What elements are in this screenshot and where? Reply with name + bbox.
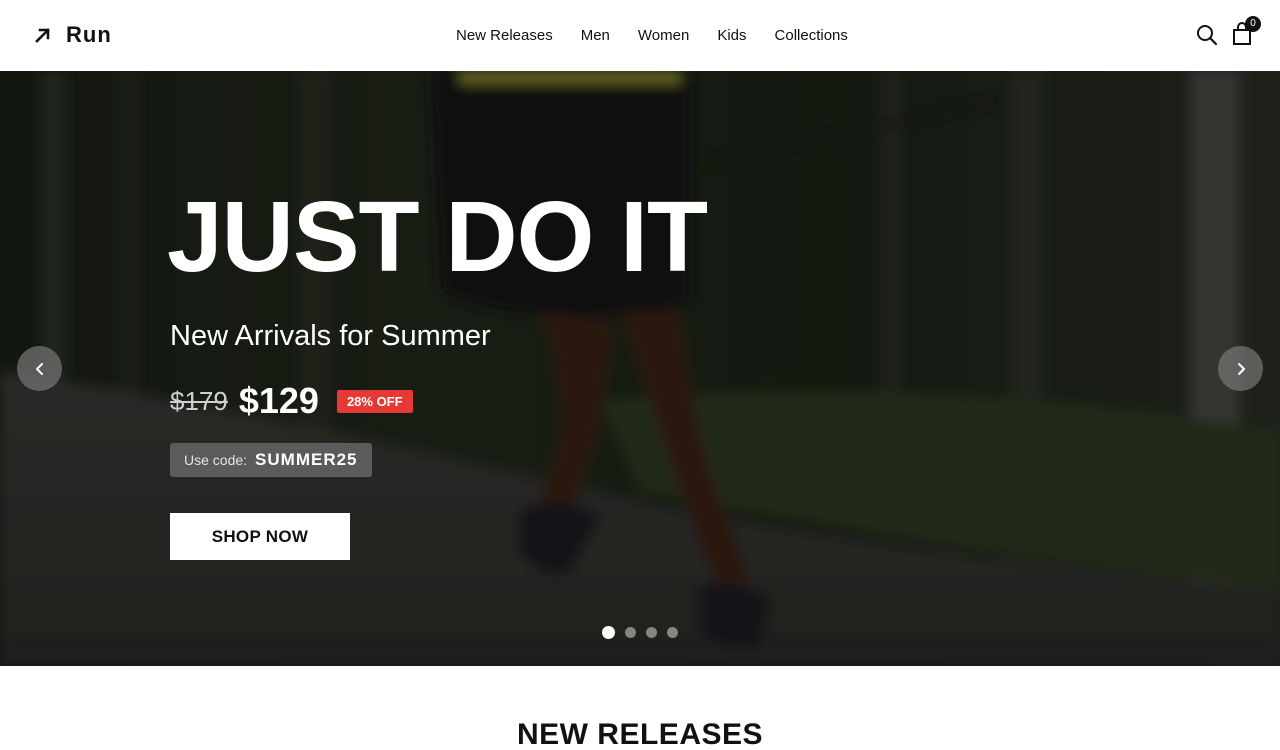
nav-item-kids[interactable]: Kids (717, 27, 746, 44)
carousel-dot-2[interactable] (625, 627, 636, 638)
original-price: $179 (170, 385, 228, 416)
cart-button[interactable]: 0 (1232, 16, 1261, 46)
brand-name: Run (66, 22, 112, 47)
promo-code-value: SUMMER25 (255, 450, 358, 469)
discount-badge: 28% OFF (336, 389, 413, 413)
carousel-dots (602, 626, 688, 639)
carousel-next-button[interactable] (1218, 346, 1263, 391)
hero-banner: JUST DO IT New Arrivals for Summer $179 … (0, 71, 1280, 666)
cart-count-badge: 0 (1245, 16, 1261, 32)
new-releases-heading: NEW RELEASES (516, 718, 764, 750)
site-header: Run New Releases Men Women Kids Collecti… (0, 0, 1280, 71)
price-row: $179 $129 28% OFF (170, 380, 413, 422)
arrow-up-right-icon (34, 26, 52, 44)
promo-code-label: Use code: (184, 452, 248, 468)
carousel-dot-4[interactable] (667, 627, 678, 638)
promo-code-box: Use code: SUMMER25 (170, 443, 372, 477)
sale-price: $129 (238, 380, 319, 421)
nav-item-men[interactable]: Men (581, 27, 610, 44)
brand-logo[interactable]: Run (34, 22, 112, 48)
search-button[interactable] (1196, 24, 1218, 46)
nav-item-new-releases[interactable]: New Releases (456, 27, 553, 44)
shop-now-button[interactable]: SHOP NOW (170, 513, 350, 560)
nav-item-women[interactable]: Women (638, 27, 689, 44)
hero-title: JUST DO IT (167, 181, 708, 293)
hero-overlay (0, 71, 1280, 666)
carousel-dot-1[interactable] (602, 626, 615, 639)
search-icon (1197, 25, 1218, 46)
chevron-right-icon (1237, 362, 1245, 375)
chevron-left-icon (35, 362, 43, 375)
carousel-dot-3[interactable] (646, 627, 657, 638)
hero-subtitle: New Arrivals for Summer (170, 320, 491, 352)
main-nav: New Releases Men Women Kids Collections (456, 27, 848, 44)
carousel-prev-button[interactable] (17, 346, 62, 391)
nav-item-collections[interactable]: Collections (775, 27, 848, 44)
